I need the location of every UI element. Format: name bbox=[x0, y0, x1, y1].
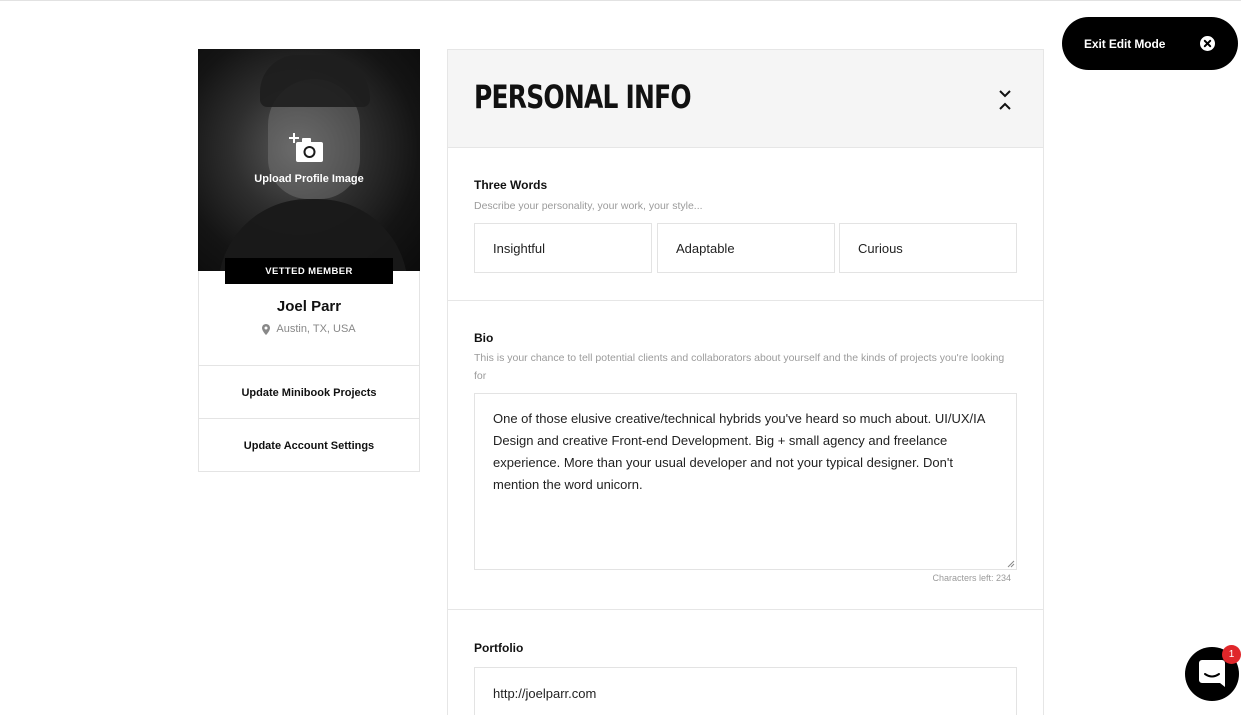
bio-textarea[interactable]: One of those elusive creative/technical … bbox=[474, 393, 1017, 570]
close-circle-icon bbox=[1200, 36, 1215, 51]
upload-profile-image-label[interactable]: Upload Profile Image bbox=[198, 173, 420, 185]
section-divider bbox=[448, 300, 1043, 301]
profile-photo[interactable]: Upload Profile Image bbox=[198, 49, 420, 271]
word-field-3[interactable]: Curious bbox=[839, 223, 1017, 273]
collapse-chevrons-icon[interactable] bbox=[998, 89, 1012, 111]
location-pin-icon bbox=[262, 323, 271, 335]
vetted-member-badge: VETTED MEMBER bbox=[225, 258, 393, 284]
three-words-label: Three Words bbox=[474, 178, 548, 192]
exit-edit-mode-label: Exit Edit Mode bbox=[1084, 36, 1166, 51]
personal-info-panel: PERSONAL INFO Three Words Describe your … bbox=[447, 49, 1044, 715]
member-location: Austin, TX, USA bbox=[199, 323, 419, 335]
portfolio-label: Portfolio bbox=[474, 641, 524, 655]
panel-header: PERSONAL INFO bbox=[448, 50, 1043, 148]
photo-figure-cap bbox=[260, 55, 370, 107]
camera-plus-icon[interactable] bbox=[289, 133, 327, 165]
portfolio-url-input[interactable]: http://joelparr.com bbox=[474, 667, 1017, 715]
top-divider bbox=[0, 0, 1241, 1]
word-field-2[interactable]: Adaptable bbox=[657, 223, 835, 273]
section-divider bbox=[448, 609, 1043, 610]
exit-edit-mode-button[interactable]: Exit Edit Mode bbox=[1062, 17, 1238, 70]
update-account-settings-link[interactable]: Update Account Settings bbox=[199, 418, 419, 472]
member-name: Joel Parr bbox=[276, 298, 342, 315]
resize-grip-icon[interactable] bbox=[1007, 560, 1015, 568]
bio-text: One of those elusive creative/technical … bbox=[493, 411, 985, 492]
three-words-help: Describe your personality, your work, yo… bbox=[474, 200, 703, 212]
bio-help: This is your chance to tell potential cl… bbox=[474, 352, 1005, 382]
chat-icon bbox=[1199, 660, 1225, 687]
chat-unread-badge: 1 bbox=[1222, 645, 1241, 664]
profile-card: Upload Profile Image VETTED MEMBER Joel … bbox=[198, 49, 420, 472]
characters-left: Characters left: 234 bbox=[932, 573, 1011, 583]
member-location-text: Austin, TX, USA bbox=[276, 323, 356, 335]
update-minibook-projects-link[interactable]: Update Minibook Projects bbox=[199, 365, 419, 419]
bio-label: Bio bbox=[474, 331, 494, 345]
word-field-1[interactable]: Insightful bbox=[474, 223, 652, 273]
page-title: PERSONAL INFO bbox=[474, 78, 692, 116]
